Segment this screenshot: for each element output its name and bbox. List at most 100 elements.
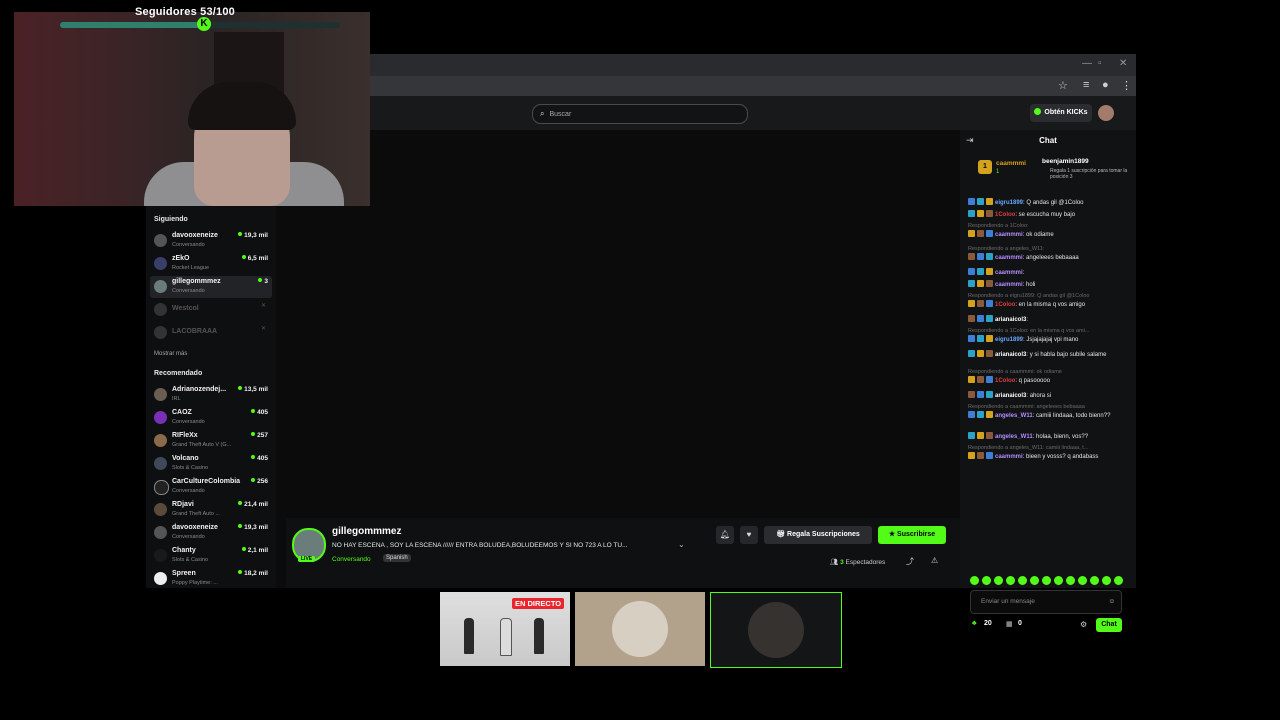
viewer-count: 18,2 mil [238, 570, 268, 577]
chat-badge-icon [986, 280, 993, 287]
channel-category: Poppy Playtime: ... [172, 580, 218, 586]
chat-username[interactable]: angeles_W11 [995, 413, 1033, 419]
chat-message: caammmi: bieen y vosss? q andabass [968, 452, 1128, 461]
emote-icon[interactable] [1030, 576, 1039, 585]
chat-header: ⇥ Chat [960, 130, 1136, 152]
search-input[interactable]: ⌕ Buscar [532, 104, 748, 124]
sidebar-item-spreen[interactable]: Spreen Poppy Playtime: ... 18,2 mil [150, 568, 272, 590]
sidebar-item-volcano[interactable]: Volcano Slots & Casino 405 [150, 453, 272, 475]
sidebar-item-chanty[interactable]: Chanty Slots & Casino 2,1 mil [150, 545, 272, 567]
emote-icon[interactable] [1006, 576, 1015, 585]
viewer-count: 257 [251, 432, 268, 439]
chat-username[interactable]: eigru1899 [995, 200, 1023, 206]
live-dot-icon [238, 524, 243, 528]
sidebar-item-westcol[interactable]: Westcol ✕ [150, 299, 272, 321]
avatar[interactable] [1098, 105, 1114, 121]
thumbnail-clip[interactable] [575, 592, 705, 666]
emote-icon[interactable] [1114, 576, 1123, 585]
chat-username[interactable]: angeles_W11 [995, 434, 1033, 440]
sidebar-item-davooxeneize-rec[interactable]: davooxeneize Conversando 19,3 mil [150, 522, 272, 544]
report-icon[interactable]: ⚠ [931, 556, 938, 565]
notification-bell-icon[interactable]: 🔔︎ [716, 526, 734, 544]
chat-badge-icon [968, 452, 975, 459]
chat-username[interactable]: eigru1899 [995, 337, 1023, 343]
chat-reply-context: Respondiendo a eigru1899: Q andas gil @1… [968, 293, 1090, 299]
chat-username[interactable]: 1Coloo [995, 302, 1015, 308]
chat-message: arianaicol3: [968, 315, 1128, 324]
minimize-icon[interactable]: — [1082, 58, 1092, 69]
thumbnail-figure [500, 618, 512, 656]
chat-message-input[interactable]: Enviar un mensaje ☺ [970, 590, 1122, 614]
emote-icon[interactable] [1078, 576, 1087, 585]
sidebar-item-riflexx[interactable]: RIFleXx Grand Theft Auto V (G... 257 [150, 430, 272, 452]
sidebar-item-adrianozendejas[interactable]: Adrianozendej... IRL 13,5 mil [150, 384, 272, 406]
emote-icon[interactable] [1102, 576, 1111, 585]
emoji-icon[interactable]: ☺ [1108, 591, 1115, 613]
chat-badge-icon [968, 315, 975, 322]
emote-icon[interactable] [1066, 576, 1075, 585]
chat-reply-context: Respondiendo a 1Coloo: [968, 223, 1029, 229]
viewer-count-value: 256 [257, 478, 268, 485]
emote-icon[interactable] [1090, 576, 1099, 585]
chat-badge-icon [986, 253, 993, 260]
chat-username[interactable]: 1Coloo [995, 212, 1015, 218]
avatar [154, 480, 169, 495]
calendar-icon[interactable]: ▦ [1006, 620, 1013, 628]
chat-message: angeles_W11: camiii lindaaa, todo bienn?… [968, 411, 1128, 420]
emote-icon[interactable] [1054, 576, 1063, 585]
bookmark-star-icon[interactable]: ☆ [1058, 79, 1068, 92]
emote-icon[interactable] [982, 576, 991, 585]
emote-icon[interactable] [970, 576, 979, 585]
sidebar-item-caoz[interactable]: CAOZ Conversando 405 [150, 407, 272, 429]
webcam-person-hair [188, 82, 296, 130]
chat-message: 1Coloo: se escucha muy bajo [968, 210, 1128, 219]
show-more-link[interactable]: Mostrar más [154, 351, 187, 357]
chevron-down-icon[interactable]: ⌄ [678, 540, 685, 549]
chat-username[interactable]: caammmi [995, 232, 1023, 238]
gift-subscriptions-button[interactable]: 🎁︎ Regala Suscripciones [764, 526, 872, 544]
live-dot-icon [241, 547, 246, 551]
close-icon[interactable]: ✕ [1119, 58, 1127, 69]
extensions-icon[interactable]: ≡ [1083, 79, 1089, 91]
chat-username[interactable]: arianaicol3 [995, 393, 1026, 399]
maximize-icon[interactable]: ▫ [1098, 58, 1102, 69]
leaderboard-user-2[interactable]: beenjamin1899 [1042, 158, 1089, 165]
streamer-name[interactable]: gillegommmez [332, 526, 401, 537]
leaderboard-user-1[interactable]: caammmi [996, 160, 1026, 167]
chat-username[interactable]: arianaicol3 [995, 352, 1026, 358]
sidebar-item-lacobraaa[interactable]: LACOBRAAA ✕ [150, 322, 272, 344]
chat-username[interactable]: 1Coloo [995, 378, 1015, 384]
emote-icon[interactable] [1018, 576, 1027, 585]
chat-badge-icon [977, 300, 984, 307]
sidebar-item-rdjavi[interactable]: RDjavi Grand Theft Auto ... 21,4 mil [150, 499, 272, 521]
chat-badge-icon [968, 230, 975, 237]
thumbnail-live-stream[interactable]: EN DIRECTO [440, 592, 570, 666]
chat-username[interactable]: caammmi [995, 454, 1023, 460]
profile-icon[interactable]: ● [1102, 79, 1109, 91]
get-kicks-button[interactable]: Obtén KICKs [1030, 104, 1092, 122]
channel-category: Grand Theft Auto V (G... [172, 442, 232, 448]
chat-username[interactable]: caammmi [995, 270, 1023, 276]
sidebar-item-davooxeneize[interactable]: davooxeneize Conversando 19,3 mil [150, 230, 272, 252]
chat-username[interactable]: caammmi [995, 282, 1023, 288]
subscribe-button[interactable]: ★ Suscribirse [878, 526, 946, 544]
sidebar-item-zeko[interactable]: zEkO Rocket League 6,5 mil [150, 253, 272, 275]
stream-category-link[interactable]: Conversando [332, 556, 371, 563]
chat-username[interactable]: caammmi [995, 255, 1023, 261]
sidebar-item-carculturecolombia[interactable]: CarCultureColombia Conversando 256 [150, 476, 272, 498]
follow-heart-icon[interactable]: ♥ [740, 526, 758, 544]
chat-badge-icon [986, 335, 993, 342]
thumbnail-selected[interactable] [710, 592, 842, 668]
viewer-count: 21,4 mil [238, 501, 268, 508]
settings-gear-icon[interactable]: ⚙ [1080, 620, 1087, 629]
emote-icon[interactable] [1042, 576, 1051, 585]
share-icon[interactable]: ⤴ [906, 556, 914, 567]
stream-language-tag[interactable]: Spanish [383, 554, 411, 562]
chat-badge-icon [986, 268, 993, 275]
leaderboard-user-1-count: 1 [996, 169, 1000, 175]
emote-icon[interactable] [994, 576, 1003, 585]
chat-username[interactable]: arianaicol3 [995, 317, 1026, 323]
chat-send-button[interactable]: Chat [1096, 618, 1122, 632]
sidebar-item-gillegommmez[interactable]: gillegommmez Conversando 3 [150, 276, 272, 298]
menu-dots-icon[interactable]: ⋮ [1121, 79, 1132, 92]
